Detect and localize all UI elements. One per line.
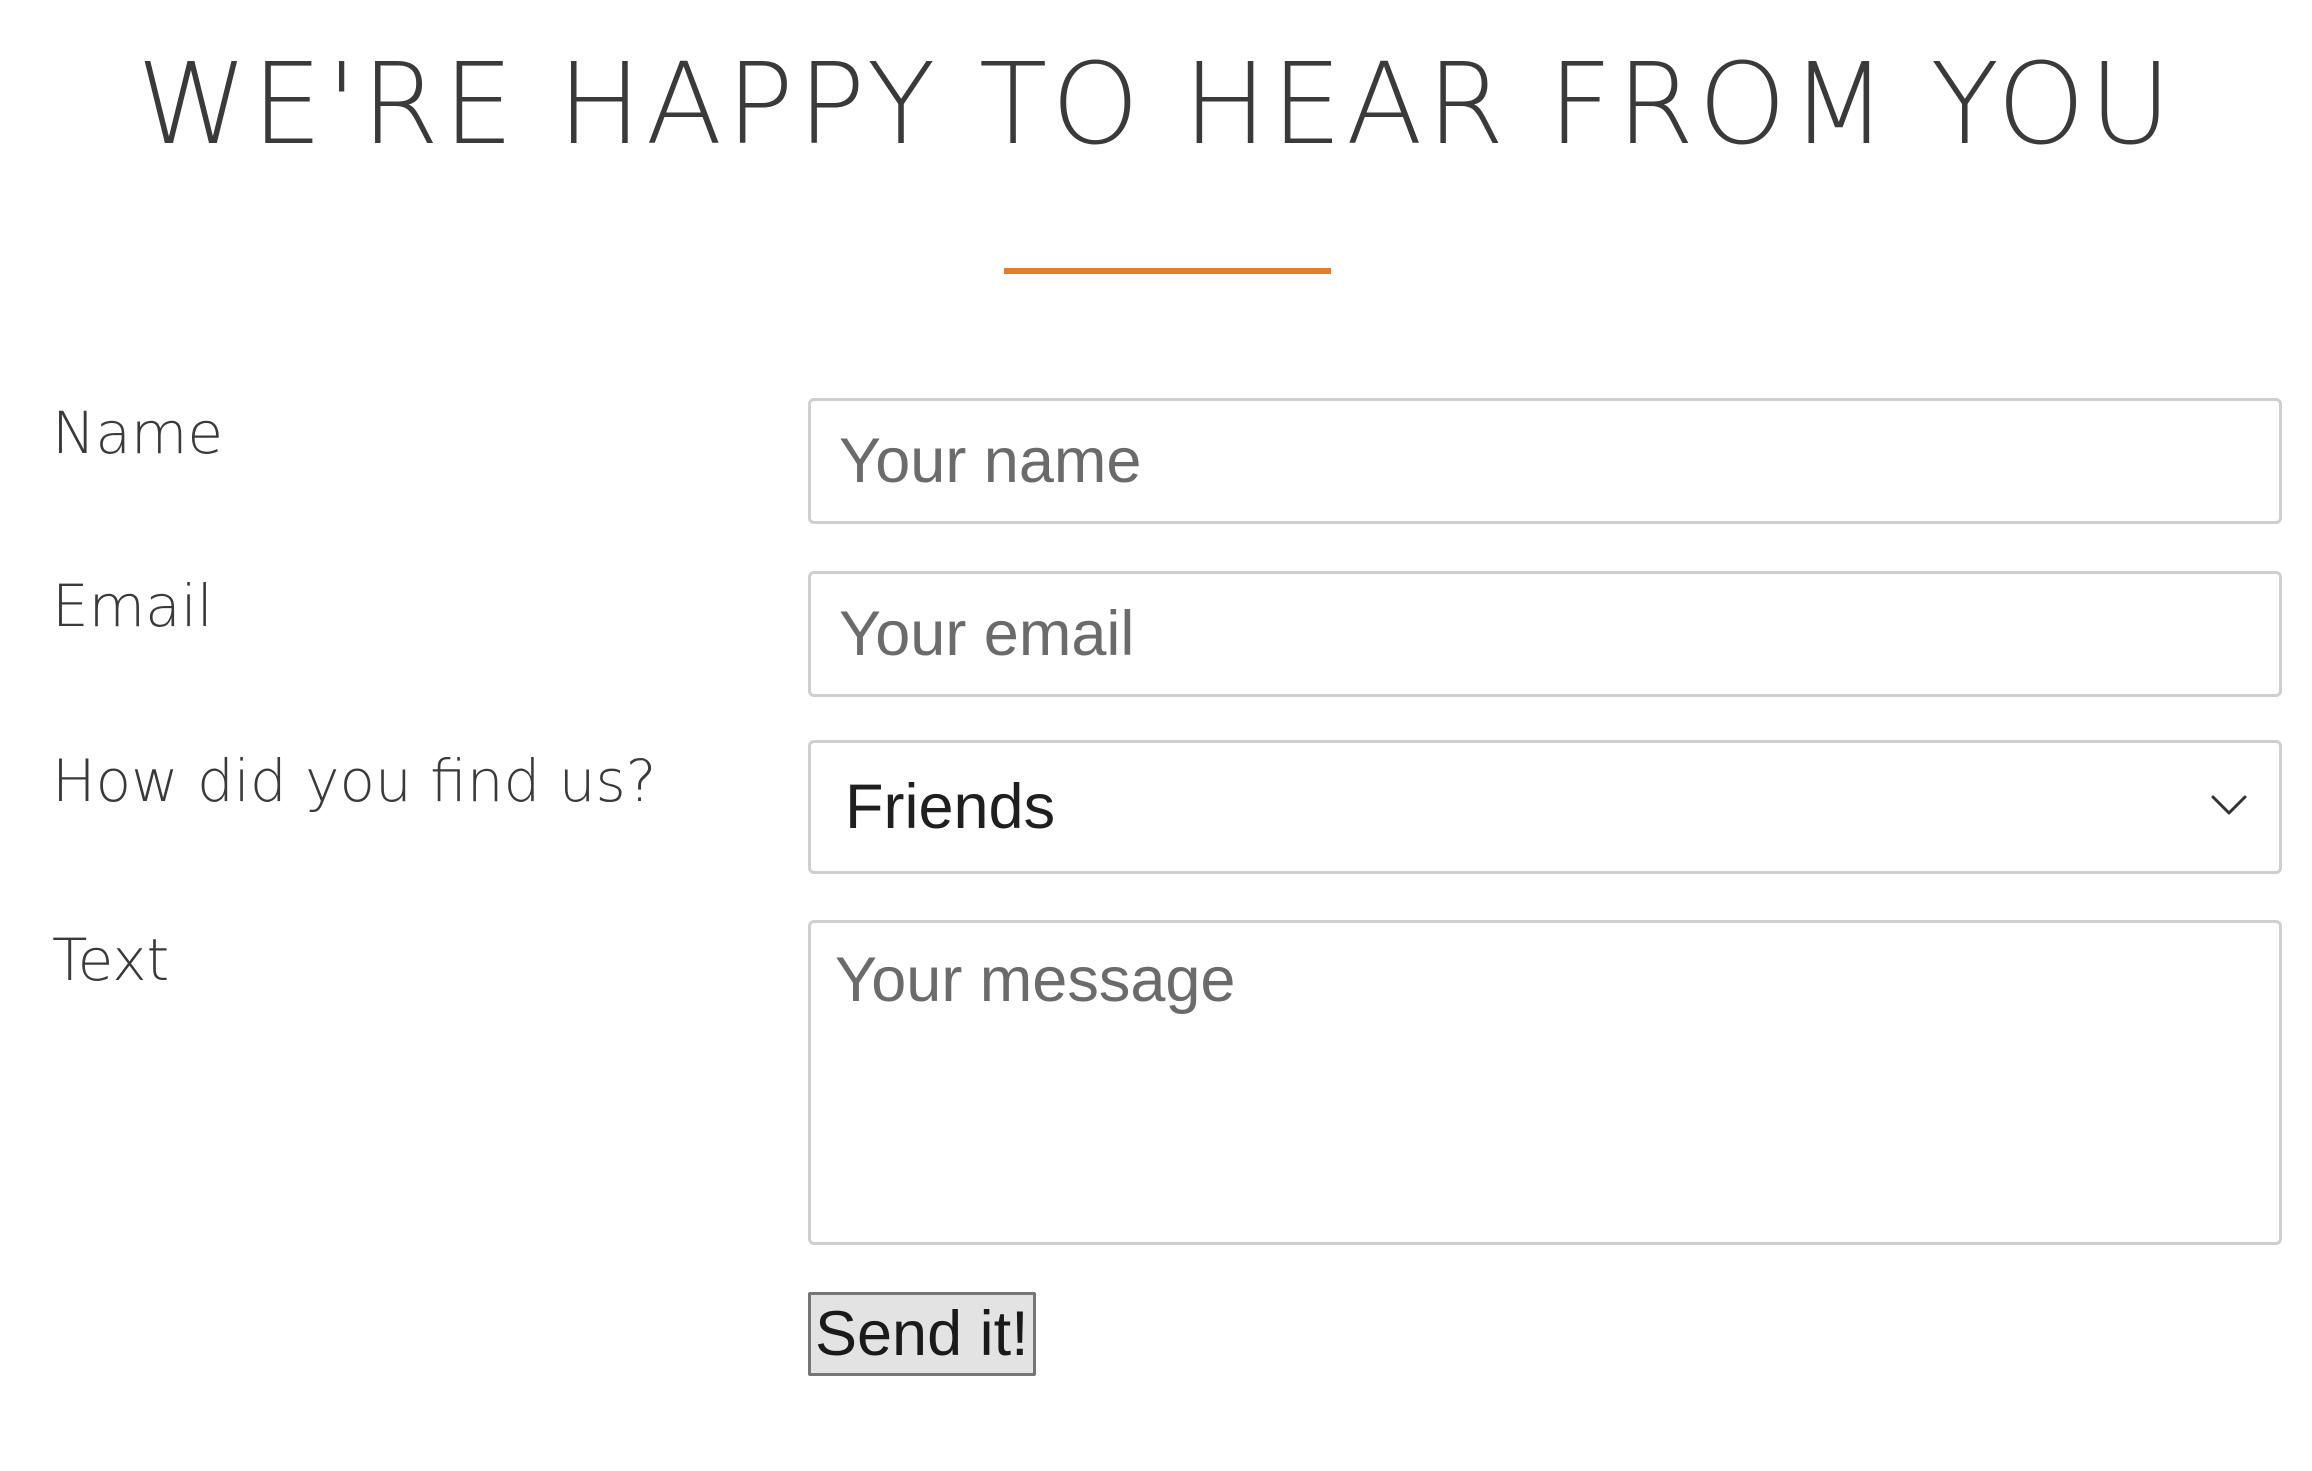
email-label: Email: [52, 572, 213, 640]
email-input[interactable]: [808, 571, 2282, 697]
page-title: WE'RE HAPPY TO HEAR FROM YOU: [136, 40, 2176, 170]
source-select[interactable]: Friends: [808, 740, 2282, 874]
title-underline: [1004, 268, 1331, 274]
message-textarea[interactable]: [808, 920, 2282, 1245]
send-button[interactable]: Send it!: [808, 1292, 1036, 1376]
name-label: Name: [52, 399, 224, 467]
source-label: How did you find us?: [52, 747, 657, 815]
chevron-down-icon: [2211, 795, 2247, 815]
contact-page: WE'RE HAPPY TO HEAR FROM YOU Name Email …: [0, 0, 2312, 1471]
name-input[interactable]: [808, 398, 2282, 524]
message-label: Text: [52, 926, 170, 994]
source-select-value: Friends: [845, 772, 1056, 842]
